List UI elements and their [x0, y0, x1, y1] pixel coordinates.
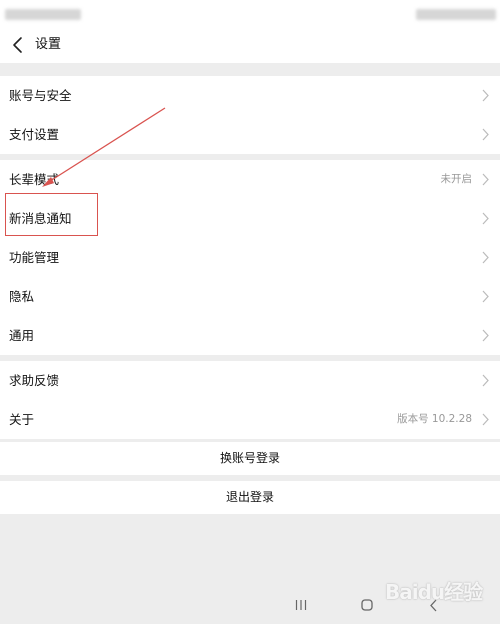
baidu-jingyan-watermark: Baidu经验 [385, 568, 497, 614]
settings-row-feature-management[interactable]: 功能管理 [0, 238, 500, 277]
recent-apps-icon[interactable] [295, 600, 307, 610]
settings-row-privacy[interactable]: 隐私 [0, 277, 500, 316]
row-label: 功能管理 [9, 250, 60, 265]
home-icon[interactable] [361, 599, 373, 611]
status-bar-left-blur [5, 9, 81, 20]
row-value: 版本号 10.2.28 [397, 413, 472, 425]
chevron-right-icon [482, 89, 489, 102]
row-label: 关于 [9, 412, 35, 427]
row-label: 通用 [9, 328, 35, 343]
annotation-highlight-box [5, 193, 98, 236]
settings-row-general[interactable]: 通用 [0, 316, 500, 355]
header: 设置 [0, 30, 500, 63]
status-bar-right-blur [416, 9, 496, 20]
row-label: 隐私 [9, 289, 35, 304]
chevron-right-icon [482, 329, 489, 342]
settings-row-payment[interactable]: 支付设置 [0, 115, 500, 154]
logout-button[interactable]: 退出登录 [0, 481, 500, 514]
row-value: 未开启 [440, 173, 473, 185]
logout-label: 退出登录 [225, 490, 274, 504]
chevron-right-icon [482, 128, 489, 141]
back-arrow-icon[interactable] [10, 34, 28, 56]
settings-row-account-security[interactable]: 账号与安全 [0, 76, 500, 115]
chevron-right-icon [482, 251, 489, 264]
switch-account-label: 换账号登录 [219, 451, 280, 465]
chevron-right-icon [482, 173, 489, 186]
status-bar [0, 0, 500, 30]
chevron-right-icon [482, 413, 489, 426]
chevron-right-icon [482, 290, 489, 303]
chevron-right-icon [482, 374, 489, 387]
settings-row-help-feedback[interactable]: 求助反馈 [0, 361, 500, 400]
row-label: 账号与安全 [9, 88, 72, 103]
chevron-right-icon [482, 212, 489, 225]
watermark-text: Baidu经验 [385, 580, 483, 604]
page-title: 设置 [35, 37, 62, 52]
row-label: 支付设置 [9, 127, 60, 142]
section-divider [0, 63, 500, 76]
row-label: 求助反馈 [9, 373, 60, 388]
settings-row-about[interactable]: 关于 版本号 10.2.28 [0, 400, 500, 439]
switch-account-button[interactable]: 换账号登录 [0, 442, 500, 475]
